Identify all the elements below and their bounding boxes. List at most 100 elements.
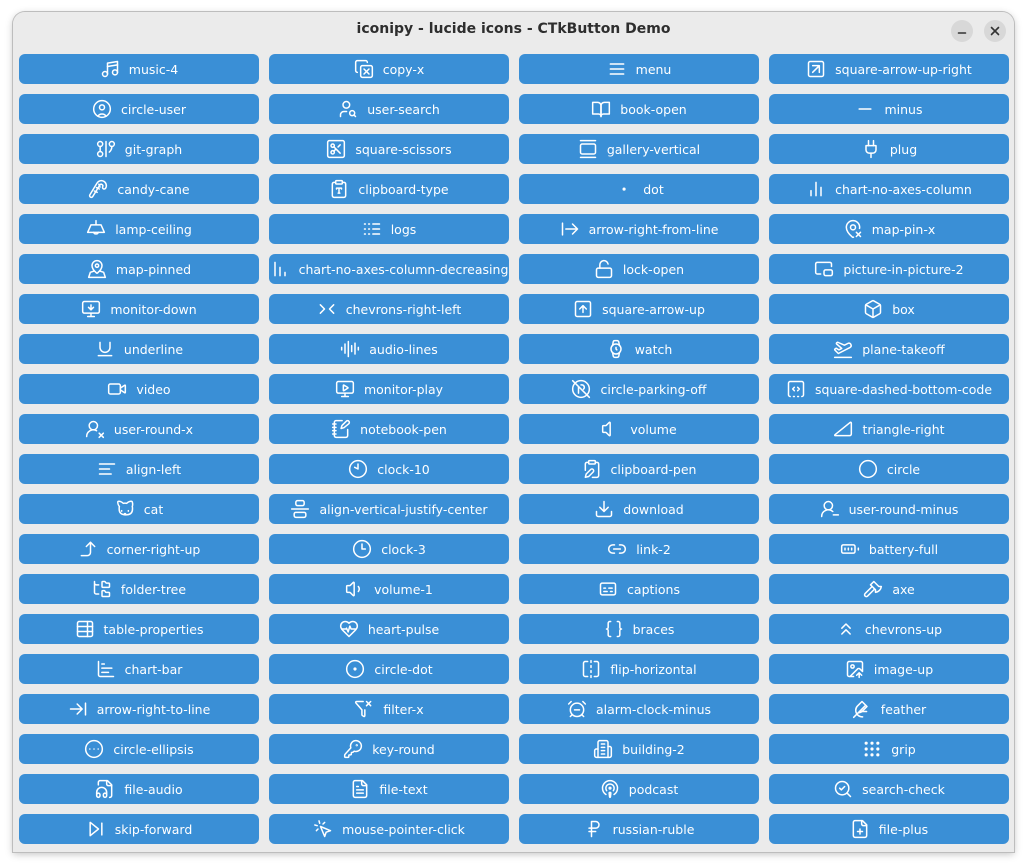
monitor-down-button[interactable]: monitor-down: [19, 294, 259, 324]
plane-takeoff-button[interactable]: plane-takeoff: [769, 334, 1009, 364]
button-label: minus: [884, 101, 923, 117]
grip-button[interactable]: grip: [769, 734, 1009, 764]
underline-icon: [95, 339, 115, 359]
box-button[interactable]: box: [769, 294, 1009, 324]
search-check-button[interactable]: search-check: [769, 774, 1009, 804]
minimize-button[interactable]: [951, 20, 973, 42]
button-label: book-open: [620, 101, 687, 117]
chart-no-axes-column-button[interactable]: chart-no-axes-column: [769, 174, 1009, 204]
table-properties-button[interactable]: table-properties: [19, 614, 259, 644]
button-label: audio-lines: [369, 341, 438, 357]
clock-10-button[interactable]: clock-10: [269, 454, 509, 484]
volume-1-button[interactable]: volume-1: [269, 574, 509, 604]
music-4-button[interactable]: music-4: [19, 54, 259, 84]
git-graph-button[interactable]: git-graph: [19, 134, 259, 164]
button-label: menu: [635, 61, 672, 77]
minus-icon: [855, 99, 875, 119]
lock-open-button[interactable]: lock-open: [519, 254, 759, 284]
file-plus-button[interactable]: file-plus: [769, 814, 1009, 844]
button-label: download: [623, 501, 684, 517]
russian-ruble-button[interactable]: russian-ruble: [519, 814, 759, 844]
link-2-button[interactable]: link-2: [519, 534, 759, 564]
file-audio-button[interactable]: file-audio: [19, 774, 259, 804]
arrow-right-to-line-button[interactable]: arrow-right-to-line: [19, 694, 259, 724]
audio-lines-button[interactable]: audio-lines: [269, 334, 509, 364]
underline-button[interactable]: underline: [19, 334, 259, 364]
git-graph-icon: [96, 139, 116, 159]
volume-button[interactable]: volume: [519, 414, 759, 444]
monitor-play-button[interactable]: monitor-play: [269, 374, 509, 404]
circle-ellipsis-button[interactable]: circle-ellipsis: [19, 734, 259, 764]
braces-button[interactable]: braces: [519, 614, 759, 644]
chevrons-up-button[interactable]: chevrons-up: [769, 614, 1009, 644]
heart-pulse-button[interactable]: heart-pulse: [269, 614, 509, 644]
plug-button[interactable]: plug: [769, 134, 1009, 164]
circle-icon: [858, 459, 878, 479]
copy-x-button[interactable]: copy-x: [269, 54, 509, 84]
skip-forward-button[interactable]: skip-forward: [19, 814, 259, 844]
download-button[interactable]: download: [519, 494, 759, 524]
menu-button[interactable]: menu: [519, 54, 759, 84]
notebook-pen-button[interactable]: notebook-pen: [269, 414, 509, 444]
battery-full-button[interactable]: battery-full: [769, 534, 1009, 564]
book-open-button[interactable]: book-open: [519, 94, 759, 124]
building-2-button[interactable]: building-2: [519, 734, 759, 764]
feather-button[interactable]: feather: [769, 694, 1009, 724]
key-round-button[interactable]: key-round: [269, 734, 509, 764]
captions-button[interactable]: captions: [519, 574, 759, 604]
user-search-icon: [338, 99, 358, 119]
chart-bar-button[interactable]: chart-bar: [19, 654, 259, 684]
monitor-down-icon: [81, 299, 101, 319]
lamp-ceiling-button[interactable]: lamp-ceiling: [19, 214, 259, 244]
user-round-x-icon: [85, 419, 105, 439]
square-arrow-up-button[interactable]: square-arrow-up: [519, 294, 759, 324]
russian-ruble-icon: [584, 819, 604, 839]
cat-button[interactable]: cat: [19, 494, 259, 524]
align-vertical-justify-center-button[interactable]: align-vertical-justify-center: [269, 494, 509, 524]
circle-parking-off-button[interactable]: circle-parking-off: [519, 374, 759, 404]
clock-3-button[interactable]: clock-3: [269, 534, 509, 564]
clipboard-type-button[interactable]: clipboard-type: [269, 174, 509, 204]
alarm-clock-minus-button[interactable]: alarm-clock-minus: [519, 694, 759, 724]
user-round-x-button[interactable]: user-round-x: [19, 414, 259, 444]
watch-button[interactable]: watch: [519, 334, 759, 364]
mouse-pointer-click-button[interactable]: mouse-pointer-click: [269, 814, 509, 844]
clipboard-pen-button[interactable]: clipboard-pen: [519, 454, 759, 484]
picture-in-picture-2-button[interactable]: picture-in-picture-2: [769, 254, 1009, 284]
video-button[interactable]: video: [19, 374, 259, 404]
close-button[interactable]: [984, 20, 1006, 42]
button-label: image-up: [873, 661, 934, 677]
flip-horizontal-button[interactable]: flip-horizontal: [519, 654, 759, 684]
user-search-button[interactable]: user-search: [269, 94, 509, 124]
axe-button[interactable]: axe: [769, 574, 1009, 604]
square-scissors-button[interactable]: square-scissors: [269, 134, 509, 164]
image-up-button[interactable]: image-up: [769, 654, 1009, 684]
video-icon: [107, 379, 127, 399]
candy-cane-button[interactable]: candy-cane: [19, 174, 259, 204]
circle-button[interactable]: circle: [769, 454, 1009, 484]
circle-dot-button[interactable]: circle-dot: [269, 654, 509, 684]
circle-user-button[interactable]: circle-user: [19, 94, 259, 124]
map-pinned-button[interactable]: map-pinned: [19, 254, 259, 284]
dot-button[interactable]: dot: [519, 174, 759, 204]
map-pin-x-button[interactable]: map-pin-x: [769, 214, 1009, 244]
triangle-right-button[interactable]: triangle-right: [769, 414, 1009, 444]
square-arrow-up-right-button[interactable]: square-arrow-up-right: [769, 54, 1009, 84]
flip-horizontal-icon: [581, 659, 601, 679]
chevrons-right-left-button[interactable]: chevrons-right-left: [269, 294, 509, 324]
podcast-button[interactable]: podcast: [519, 774, 759, 804]
user-round-minus-button[interactable]: user-round-minus: [769, 494, 1009, 524]
file-text-button[interactable]: file-text: [269, 774, 509, 804]
align-left-button[interactable]: align-left: [19, 454, 259, 484]
alarm-clock-minus-icon: [567, 699, 587, 719]
gallery-vertical-button[interactable]: gallery-vertical: [519, 134, 759, 164]
folder-tree-button[interactable]: folder-tree: [19, 574, 259, 604]
logs-button[interactable]: logs: [269, 214, 509, 244]
arrow-right-from-line-button[interactable]: arrow-right-from-line: [519, 214, 759, 244]
square-dashed-bottom-code-button[interactable]: square-dashed-bottom-code: [769, 374, 1009, 404]
corner-right-up-button[interactable]: corner-right-up: [19, 534, 259, 564]
minus-button[interactable]: minus: [769, 94, 1009, 124]
button-label: plane-takeoff: [862, 341, 945, 357]
chart-no-axes-column-decreasing-button[interactable]: chart-no-axes-column-decreasing: [269, 254, 509, 284]
filter-x-button[interactable]: filter-x: [269, 694, 509, 724]
